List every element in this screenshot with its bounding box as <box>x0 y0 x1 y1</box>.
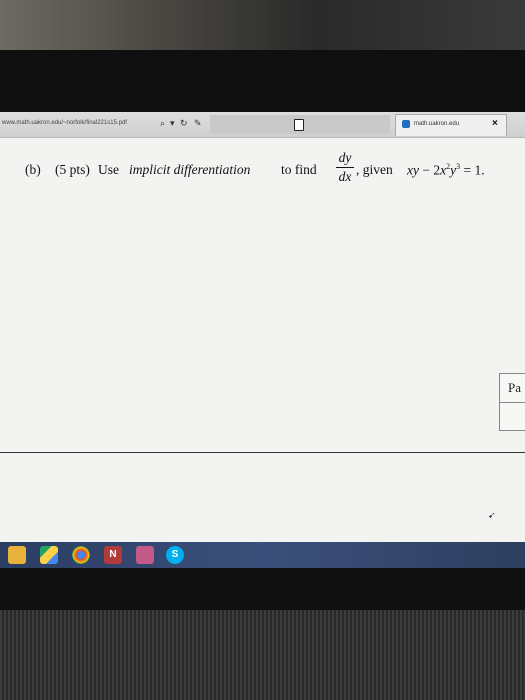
problem-points: (5 pts) <box>55 162 90 177</box>
divider-line <box>0 452 525 453</box>
onenote-icon[interactable]: N <box>104 546 122 564</box>
close-icon[interactable]: × <box>492 118 498 130</box>
equation-mid: − 2 <box>418 162 441 178</box>
pin-icon[interactable]: ✎ <box>194 117 202 129</box>
drive-icon[interactable] <box>40 546 58 564</box>
screen: www.math.uakron.edu/~norfolk/final221s15… <box>0 112 525 542</box>
fraction-numerator: dy <box>338 150 352 165</box>
taskbar: N S <box>0 542 525 568</box>
equation-xy: xy <box>407 162 419 178</box>
problem-to-find: to find <box>281 162 317 177</box>
fraction-denominator: dx <box>338 169 352 184</box>
side-box-text: Pa <box>508 380 521 395</box>
pdf-document-icon <box>294 119 304 131</box>
monitor-bezel-top <box>0 50 525 112</box>
address-bar[interactable]: www.math.uakron.edu/~norfolk/final221s15… <box>2 116 152 130</box>
tab-active[interactable]: math.uakron.edu <box>395 114 507 136</box>
search-icon[interactable]: ⌕ <box>160 117 165 129</box>
page-side-box: Pa <box>499 373 525 431</box>
equation: xy − 2x2y3 = 1. <box>407 162 485 179</box>
onenote-letter: N <box>109 549 117 560</box>
dropdown-icon[interactable]: ▾ <box>170 117 175 129</box>
problem-emphasis: implicit differentiation <box>129 162 251 177</box>
problem-given: , given <box>356 162 393 177</box>
folder-icon[interactable] <box>8 546 26 564</box>
skype-letter: S <box>171 549 179 560</box>
refresh-icon[interactable]: ↻ <box>180 117 188 129</box>
equation-rhs: = 1. <box>460 162 485 178</box>
skype-icon[interactable]: S <box>166 546 184 564</box>
store-icon[interactable] <box>136 546 154 564</box>
monitor-bezel-bottom <box>0 568 525 610</box>
mouse-cursor-icon: ➹ <box>488 510 496 520</box>
speaker-grille <box>0 610 525 700</box>
problem-statement: (b) (5 pts) Use implicit differentiation… <box>25 150 520 190</box>
fraction-bar <box>336 167 354 168</box>
problem-use: Use <box>98 162 119 177</box>
problem-label: (b) <box>25 162 41 177</box>
side-box-divider <box>500 402 525 403</box>
chrome-icon[interactable] <box>72 546 90 564</box>
browser-tab-bar: www.math.uakron.edu/~norfolk/final221s15… <box>0 112 525 138</box>
tab-title: math.uakron.edu <box>414 121 460 127</box>
favicon-icon <box>402 120 410 128</box>
